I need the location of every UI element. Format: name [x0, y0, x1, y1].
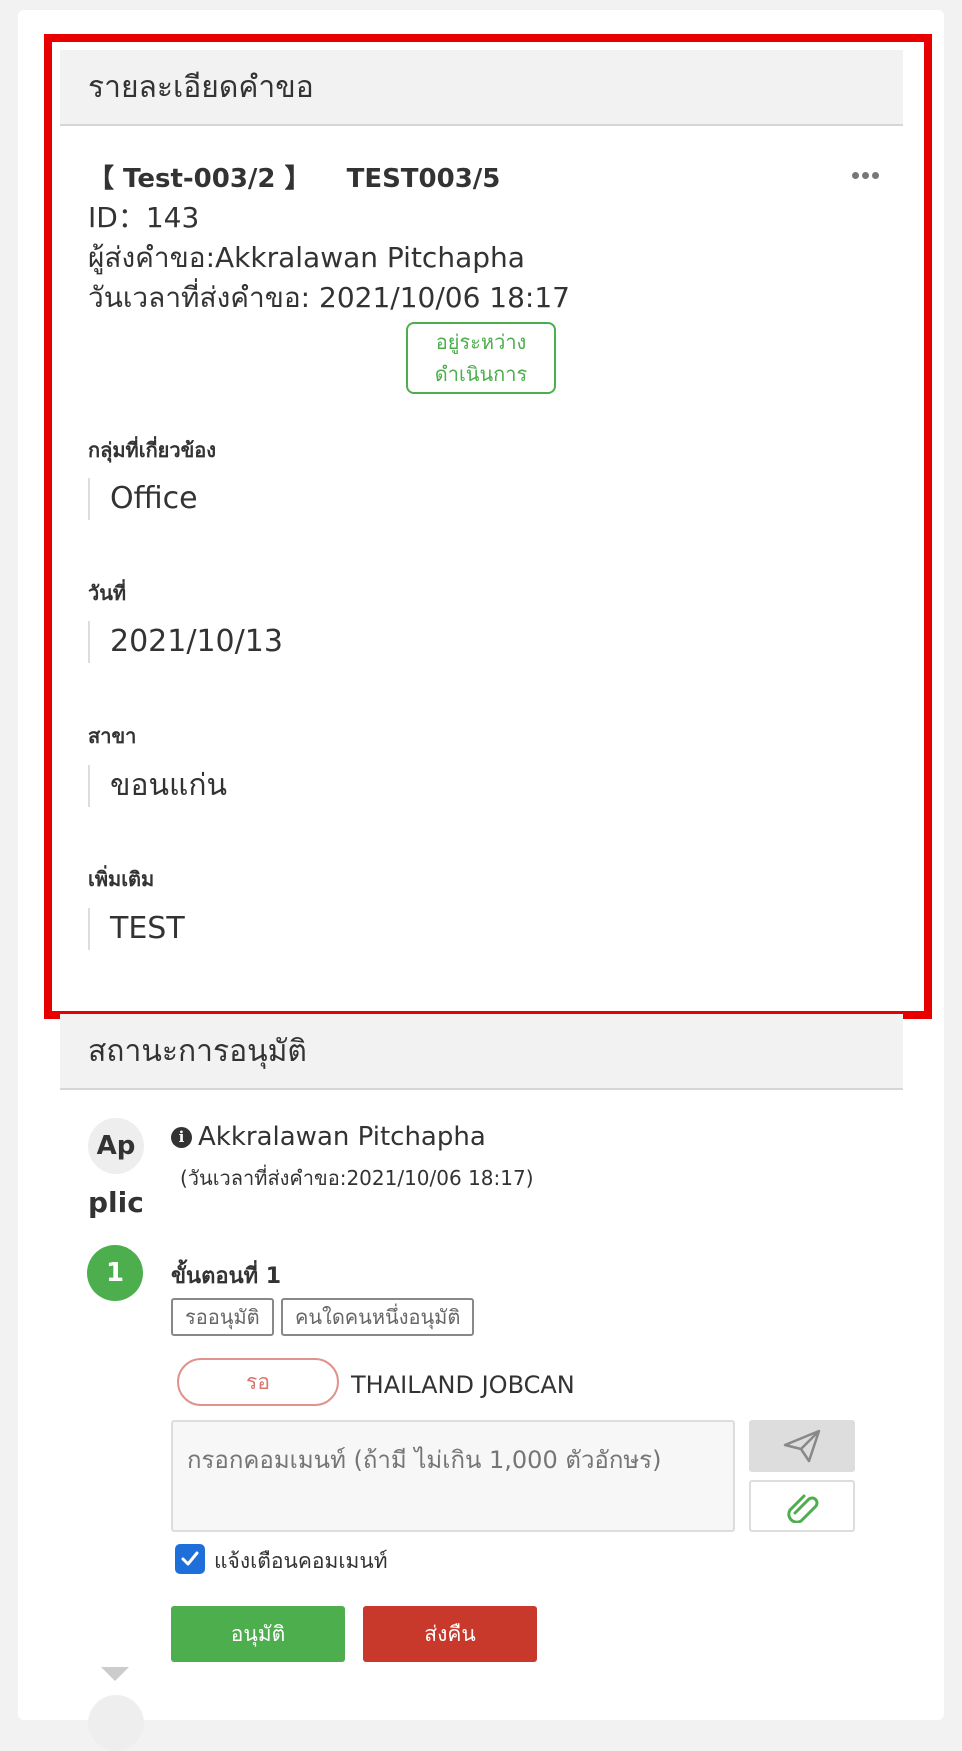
- status-line-1: อยู่ระหว่าง: [435, 330, 527, 354]
- send-icon: [783, 1429, 821, 1463]
- field-value-branch: ขอนแก่น: [88, 765, 227, 807]
- step-title: ขั้นตอนที่ 1: [171, 1264, 282, 1289]
- form-title: TEST003/5: [346, 164, 501, 194]
- more-options-icon[interactable]: [852, 172, 879, 179]
- send-comment-button[interactable]: [749, 1420, 855, 1472]
- return-button[interactable]: ส่งคืน: [363, 1606, 537, 1662]
- tag-any-one-approves: คนใดคนหนึ่งอนุมัติ: [281, 1298, 475, 1336]
- field-label-group: กลุ่มที่เกี่ยวข้อง: [88, 438, 217, 462]
- caret-down-icon: [101, 1667, 129, 1681]
- request-id: ID：143: [88, 201, 200, 234]
- check-icon: [181, 1551, 199, 1566]
- notify-comment-label: แจ้งเตือนคอมเมนท์: [214, 1549, 388, 1573]
- field-value-group: Office: [88, 478, 198, 520]
- info-icon: i: [171, 1127, 192, 1148]
- approver-name: THAILAND JOBCAN: [351, 1371, 575, 1399]
- avatar: Ap: [88, 1118, 144, 1174]
- waiting-status-pill: รอ: [177, 1358, 339, 1406]
- attach-file-button[interactable]: [749, 1480, 855, 1532]
- details-header: รายละเอียดคำขอ: [60, 50, 903, 126]
- step-number-badge: 1: [87, 1245, 143, 1301]
- applicant-sent-at: (วันเวลาที่ส่งคำขอ:2021/10/06 18:17): [180, 1166, 534, 1190]
- next-step-badge: [88, 1695, 144, 1751]
- status-badge: อยู่ระหว่าง ดำเนินการ: [406, 322, 556, 394]
- field-value-additional: TEST: [88, 908, 185, 950]
- notify-comment-checkbox[interactable]: [175, 1544, 205, 1574]
- status-line-2: ดำเนินการ: [434, 362, 528, 386]
- sent-at: วันเวลาที่ส่งคำขอ: 2021/10/06 18:17: [88, 281, 570, 314]
- paperclip-icon: [787, 1494, 819, 1523]
- comment-input[interactable]: [171, 1420, 735, 1532]
- avatar-overflow-text: plic: [88, 1186, 144, 1219]
- form-code: 【 Test-003/2 】: [88, 164, 311, 194]
- approve-button[interactable]: อนุมัติ: [171, 1606, 345, 1662]
- approval-header: สถานะการอนุมัติ: [60, 1014, 903, 1090]
- field-label-branch: สาขา: [88, 724, 137, 748]
- field-value-date: 2021/10/13: [88, 621, 283, 663]
- applicant-name: Akkralawan Pitchapha: [198, 1122, 486, 1152]
- requester: ผู้ส่งคำขอ:Akkralawan Pitchapha: [88, 241, 525, 274]
- request-title: 【 Test-003/2 】 TEST003/5: [88, 158, 500, 195]
- field-label-date: วันที่: [88, 581, 127, 605]
- field-label-additional: เพิ่มเติม: [88, 867, 155, 891]
- tag-pending-approval: รออนุมัติ: [171, 1298, 274, 1336]
